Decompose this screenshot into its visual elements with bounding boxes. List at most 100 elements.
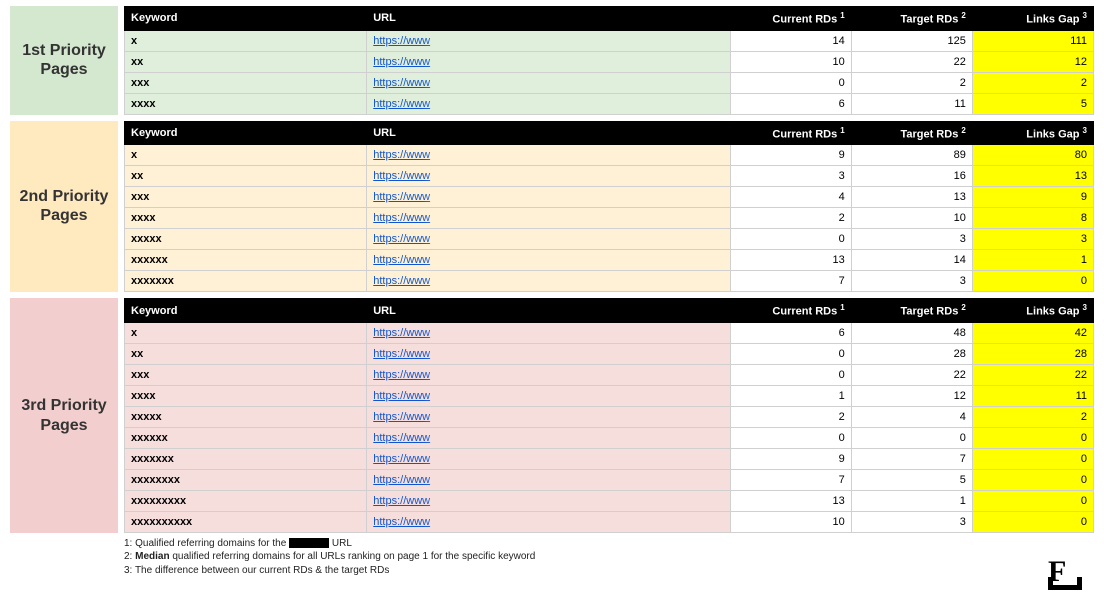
table-row: xxxhttps://www022: [125, 72, 1094, 93]
cell-keyword: xx: [125, 166, 367, 187]
cell-links-gap: 2: [972, 72, 1093, 93]
col-links-gap: Links Gap 3: [972, 299, 1093, 323]
cell-current-rds: 9: [730, 448, 851, 469]
cell-keyword: xxxx: [125, 385, 367, 406]
cell-links-gap: 0: [972, 427, 1093, 448]
cell-url[interactable]: https://www: [367, 250, 730, 271]
cell-url[interactable]: https://www: [367, 511, 730, 532]
cell-target-rds: 10: [851, 208, 972, 229]
cell-target-rds: 28: [851, 343, 972, 364]
cell-url[interactable]: https://www: [367, 229, 730, 250]
cell-keyword: xxxxx: [125, 229, 367, 250]
table-row: xxxxxxxhttps://www730: [125, 271, 1094, 292]
cell-target-rds: 3: [851, 511, 972, 532]
cell-url[interactable]: https://www: [367, 469, 730, 490]
cell-current-rds: 13: [730, 490, 851, 511]
table-row: xhttps://www64842: [125, 322, 1094, 343]
cell-current-rds: 0: [730, 229, 851, 250]
col-current-rds: Current RDs 1: [730, 299, 851, 323]
cell-target-rds: 11: [851, 93, 972, 114]
cell-url[interactable]: https://www: [367, 364, 730, 385]
cell-current-rds: 7: [730, 469, 851, 490]
cell-links-gap: 80: [972, 145, 1093, 166]
cell-target-rds: 7: [851, 448, 972, 469]
cell-links-gap: 8: [972, 208, 1093, 229]
cell-target-rds: 13: [851, 187, 972, 208]
cell-target-rds: 1: [851, 490, 972, 511]
cell-current-rds: 2: [730, 208, 851, 229]
col-target-rds: Target RDs 2: [851, 299, 972, 323]
cell-links-gap: 9: [972, 187, 1093, 208]
cell-current-rds: 2: [730, 406, 851, 427]
cell-url[interactable]: https://www: [367, 322, 730, 343]
table-row: xxhttps://www31613: [125, 166, 1094, 187]
cell-url[interactable]: https://www: [367, 490, 730, 511]
cell-url[interactable]: https://www: [367, 406, 730, 427]
cell-keyword: x: [125, 30, 367, 51]
cell-current-rds: 13: [730, 250, 851, 271]
cell-url[interactable]: https://www: [367, 72, 730, 93]
cell-keyword: xxxx: [125, 93, 367, 114]
cell-url[interactable]: https://www: [367, 187, 730, 208]
cell-target-rds: 3: [851, 271, 972, 292]
cell-url[interactable]: https://www: [367, 166, 730, 187]
redacted-box: [289, 538, 329, 548]
cell-url[interactable]: https://www: [367, 93, 730, 114]
cell-links-gap: 3: [972, 229, 1093, 250]
cell-keyword: xxxxxx: [125, 427, 367, 448]
cell-current-rds: 10: [730, 51, 851, 72]
col-keyword: Keyword: [125, 7, 367, 31]
brand-logo: F: [1048, 555, 1082, 590]
cell-current-rds: 6: [730, 93, 851, 114]
cell-links-gap: 0: [972, 448, 1093, 469]
table-row: xxxhttps://www4139: [125, 187, 1094, 208]
table-row: xxxxhttps://www6115: [125, 93, 1094, 114]
priority-section-2: 2nd Priority PagesKeywordURLCurrent RDs …: [10, 121, 1094, 293]
cell-keyword: x: [125, 145, 367, 166]
cell-current-rds: 0: [730, 427, 851, 448]
cell-current-rds: 1: [730, 385, 851, 406]
table-row: xxhttps://www02828: [125, 343, 1094, 364]
col-target-rds: Target RDs 2: [851, 121, 972, 145]
cell-url[interactable]: https://www: [367, 343, 730, 364]
table-row: xhttps://www98980: [125, 145, 1094, 166]
footnote-2-pre: 2:: [124, 551, 135, 562]
col-url: URL: [367, 121, 730, 145]
cell-target-rds: 4: [851, 406, 972, 427]
cell-current-rds: 4: [730, 187, 851, 208]
cell-keyword: xxxxxx: [125, 250, 367, 271]
cell-links-gap: 0: [972, 469, 1093, 490]
priority-table-1: KeywordURLCurrent RDs 1Target RDs 2Links…: [124, 6, 1094, 115]
cell-url[interactable]: https://www: [367, 51, 730, 72]
cell-keyword: xxx: [125, 364, 367, 385]
cell-target-rds: 12: [851, 385, 972, 406]
priority-section-1: 1st Priority PagesKeywordURLCurrent RDs …: [10, 6, 1094, 115]
cell-links-gap: 5: [972, 93, 1093, 114]
cell-url[interactable]: https://www: [367, 427, 730, 448]
cell-url[interactable]: https://www: [367, 208, 730, 229]
cell-keyword: xx: [125, 51, 367, 72]
cell-url[interactable]: https://www: [367, 145, 730, 166]
cell-target-rds: 89: [851, 145, 972, 166]
cell-keyword: xxxxxxx: [125, 271, 367, 292]
cell-links-gap: 12: [972, 51, 1093, 72]
col-keyword: Keyword: [125, 121, 367, 145]
footnote-2: 2: Median qualified referring domains fo…: [124, 550, 1104, 564]
table-row: xxhttps://www102212: [125, 51, 1094, 72]
cell-keyword: xxxxxxx: [125, 448, 367, 469]
cell-target-rds: 48: [851, 322, 972, 343]
table-row: xxxxxxhttps://www000: [125, 427, 1094, 448]
cell-keyword: xxx: [125, 72, 367, 93]
cell-url[interactable]: https://www: [367, 385, 730, 406]
table-row: xxxxxxxxhttps://www750: [125, 469, 1094, 490]
cell-current-rds: 0: [730, 72, 851, 93]
cell-current-rds: 10: [730, 511, 851, 532]
footnote-1-post: URL: [329, 538, 352, 549]
footnote-2-bold: Median: [135, 551, 169, 562]
cell-url[interactable]: https://www: [367, 30, 730, 51]
cell-url[interactable]: https://www: [367, 271, 730, 292]
cell-keyword: xx: [125, 343, 367, 364]
footnote-3: 3: The difference between our current RD…: [124, 564, 1104, 578]
cell-url[interactable]: https://www: [367, 448, 730, 469]
col-url: URL: [367, 299, 730, 323]
